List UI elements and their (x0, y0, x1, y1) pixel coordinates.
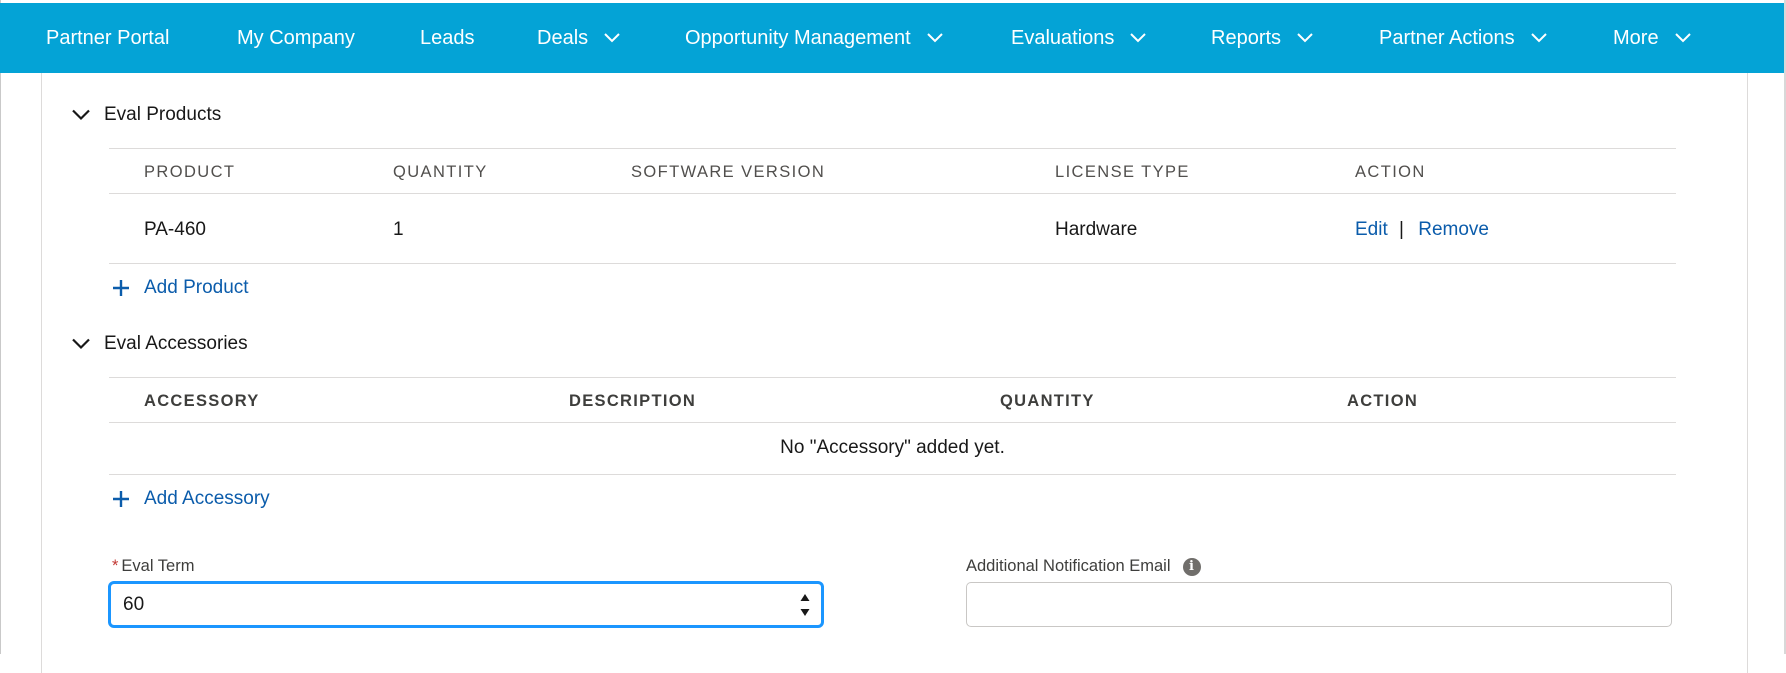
chevron-down-icon (1530, 33, 1547, 43)
eval-term-label: * Eval Term (112, 557, 194, 576)
nav-evaluations[interactable]: Evaluations (1011, 3, 1147, 73)
nav-partner-portal[interactable]: Partner Portal (46, 3, 169, 73)
divider (109, 193, 1676, 194)
nav-label: Leads (420, 26, 475, 49)
eval-products-section-toggle[interactable]: Eval Products (72, 104, 221, 126)
chevron-down-icon (604, 33, 620, 43)
license-type-cell: Hardware (1055, 219, 1138, 240)
nav-label: Opportunity Management (685, 26, 911, 49)
nav-label: Evaluations (1011, 26, 1115, 49)
nav-label: More (1613, 26, 1659, 49)
plus-icon (113, 280, 129, 296)
divider (109, 148, 1676, 149)
column-header-action: ACTION (1355, 163, 1426, 181)
nav-reports[interactable]: Reports (1211, 3, 1313, 73)
chevron-down-icon (72, 109, 90, 121)
divider (109, 263, 1676, 264)
column-header-action: ACTION (1347, 392, 1419, 410)
chevron-down-icon (926, 33, 943, 43)
column-header-accessory: ACCESSORY (144, 392, 260, 410)
nav-leads[interactable]: Leads (420, 3, 475, 73)
chevron-down-icon (1130, 33, 1147, 43)
eval-term-label-text: Eval Term (121, 557, 195, 575)
add-product-label: Add Product (144, 277, 249, 298)
number-spinner-icon[interactable] (798, 590, 812, 620)
column-header-quantity: QUANTITY (1000, 392, 1095, 410)
column-header-license-type: LICENSE TYPE (1055, 163, 1190, 181)
edit-link[interactable]: Edit (1355, 219, 1388, 240)
add-accessory-label: Add Accessory (144, 488, 270, 509)
plus-icon (113, 491, 129, 507)
eval-accessories-section-toggle[interactable]: Eval Accessories (72, 333, 248, 355)
page-edge-left (0, 0, 1, 654)
notification-email-input[interactable] (966, 582, 1672, 627)
divider (109, 377, 1676, 378)
add-accessory-button[interactable]: Add Accessory (112, 488, 270, 510)
product-cell: PA-460 (144, 219, 206, 240)
nav-more[interactable]: More (1613, 3, 1691, 73)
eval-term-input[interactable]: 60 (109, 582, 823, 627)
nav-label: Partner Portal (46, 26, 170, 49)
divider (109, 474, 1676, 475)
divider (109, 422, 1676, 423)
chevron-down-icon (1297, 33, 1313, 43)
nav-my-company[interactable]: My Company (237, 3, 355, 73)
chevron-down-icon (72, 338, 90, 350)
quantity-cell: 1 (393, 219, 404, 240)
nav-opportunity-management[interactable]: Opportunity Management (685, 3, 943, 73)
notification-email-label-text: Additional Notification Email (966, 557, 1171, 575)
add-product-button[interactable]: Add Product (112, 277, 249, 299)
column-header-product: PRODUCT (144, 163, 236, 181)
section-title: Eval Products (104, 104, 222, 125)
nav-label: My Company (237, 26, 355, 49)
chevron-down-icon (1674, 33, 1691, 43)
nav-label: Deals (537, 26, 589, 49)
required-indicator: * (112, 557, 119, 575)
nav-deals[interactable]: Deals (537, 3, 620, 73)
eval-term-value: 60 (123, 594, 145, 615)
info-icon[interactable]: i (1182, 557, 1201, 576)
nav-partner-actions[interactable]: Partner Actions (1379, 3, 1547, 73)
column-header-software-version: SOFTWARE VERSION (631, 163, 826, 181)
action-separator: | (1399, 219, 1404, 240)
action-cell: Edit | Remove (1355, 219, 1489, 241)
nav-label: Reports (1211, 26, 1282, 49)
remove-link[interactable]: Remove (1418, 219, 1489, 240)
section-title: Eval Accessories (104, 333, 248, 354)
column-header-description: DESCRIPTION (569, 392, 697, 410)
nav-label: Partner Actions (1379, 26, 1515, 49)
top-navigation-bar: Partner Portal My Company Leads Deals Op… (0, 3, 1786, 73)
notification-email-label: Additional Notification Email i (966, 557, 1201, 576)
empty-accessories-message: No "Accessory" added yet. (780, 437, 1005, 458)
column-header-quantity: QUANTITY (393, 163, 488, 181)
